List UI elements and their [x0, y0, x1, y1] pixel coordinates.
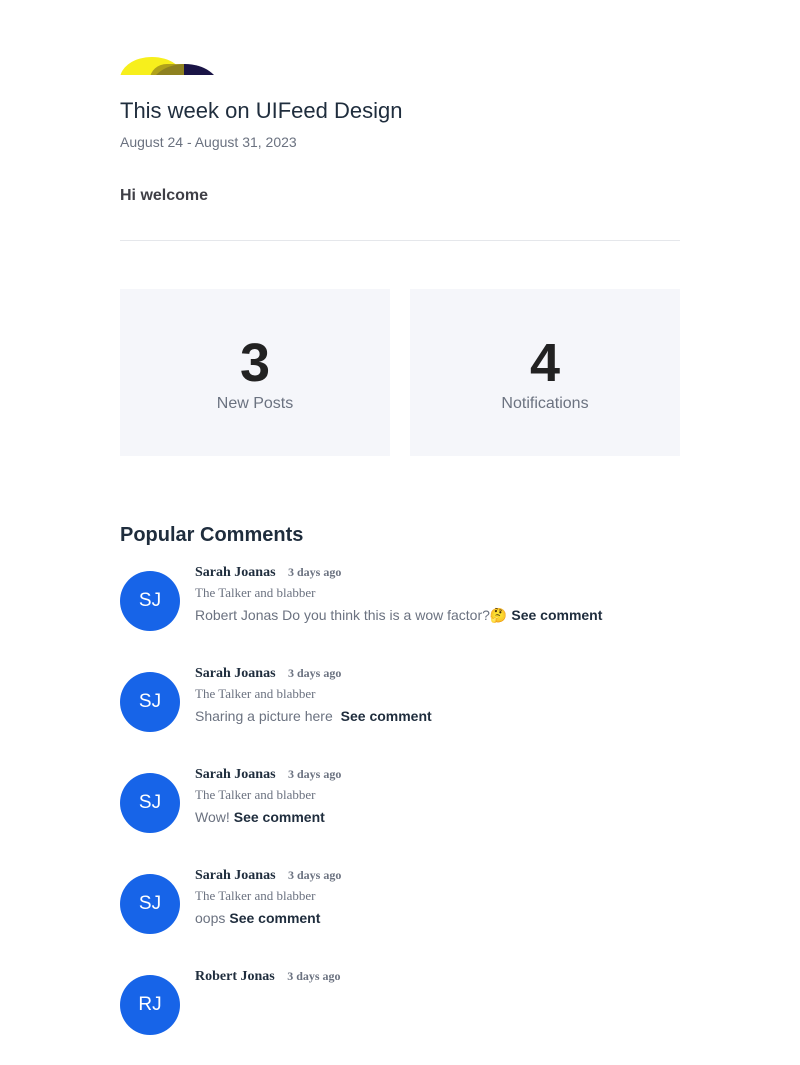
comment-meta: Sarah Joanas 3 days ago — [195, 765, 341, 783]
comment-author[interactable]: Sarah Joanas — [195, 666, 276, 681]
see-comment-link[interactable]: See comment — [234, 809, 325, 825]
avatar[interactable]: RJ — [120, 975, 180, 1035]
comment-meta: Sarah Joanas 3 days ago — [195, 866, 341, 884]
comment-item: SJ Sarah Joanas 3 days ago The Talker an… — [120, 565, 680, 661]
comment-author-role: The Talker and blabber — [195, 888, 316, 903]
section-title: Popular Comments — [120, 524, 304, 546]
comment-text: oops — [195, 910, 226, 926]
uifeed-logo — [120, 57, 220, 75]
greeting: Hi welcome — [120, 187, 209, 204]
comment-body: oops See comment — [195, 910, 320, 926]
see-comment-link[interactable]: See comment — [341, 708, 432, 724]
comment-time: 3 days ago — [287, 565, 342, 579]
comment-meta: Robert Jonas 3 days ago — [195, 967, 341, 985]
comment-item: SJ Sarah Joanas 3 days ago The Talker an… — [120, 767, 680, 863]
comment-item: SJ Sarah Joanas 3 days ago The Talker an… — [120, 868, 680, 964]
avatar[interactable]: SJ — [120, 672, 180, 732]
stat-label: New Posts — [216, 395, 294, 412]
see-comment-link[interactable]: See comment — [511, 607, 602, 623]
stat-value: 3 — [239, 333, 271, 393]
comment-author[interactable]: Robert Jonas — [195, 969, 275, 984]
comment-time: 3 days ago — [287, 969, 341, 983]
comment-author-role: The Talker and blabber — [195, 686, 316, 701]
comment-item: SJ Sarah Joanas 3 days ago The Talker an… — [120, 666, 680, 762]
avatar[interactable]: SJ — [120, 571, 180, 631]
comment-author-role: The Talker and blabber — [195, 585, 316, 600]
comment-meta: Sarah Joanas 3 days ago — [195, 664, 341, 682]
stat-card-notifications: 4 Notifications — [410, 289, 680, 456]
avatar[interactable]: SJ — [120, 874, 180, 934]
comment-text: Sharing a picture here — [195, 708, 337, 724]
comment-time: 3 days ago — [287, 666, 342, 680]
comment-author[interactable]: Sarah Joanas — [195, 565, 276, 580]
stat-label: Notifications — [501, 395, 589, 412]
stat-card-new-posts: 3 New Posts — [120, 289, 390, 456]
comment-body: Robert Jonas Do you think this is a wow … — [195, 607, 602, 624]
comment-author[interactable]: Sarah Joanas — [195, 868, 276, 883]
avatar[interactable]: SJ — [120, 773, 180, 833]
see-comment-link[interactable]: See comment — [229, 910, 320, 926]
comment-author[interactable]: Sarah Joanas — [195, 767, 276, 782]
stat-value: 4 — [529, 333, 561, 393]
email-digest: This week on UIFeed Design August 24 - A… — [0, 0, 800, 1035]
date-range: August 24 - August 31, 2023 — [120, 134, 297, 150]
comment-body: Sharing a picture here See comment — [195, 708, 432, 724]
comment-text: Robert Jonas Do you think this is a wow … — [195, 607, 508, 623]
page-title: This week on UIFeed Design — [120, 98, 403, 123]
comment-text: Wow! — [195, 809, 230, 825]
comment-body: Wow! See comment — [195, 809, 325, 825]
comment-author-role: The Talker and blabber — [195, 787, 316, 802]
comment-time: 3 days ago — [287, 868, 342, 882]
comment-meta: Sarah Joanas 3 days ago — [195, 563, 341, 581]
comment-item: RJ Robert Jonas 3 days ago — [120, 969, 680, 1065]
divider — [120, 240, 680, 241]
comment-time: 3 days ago — [287, 767, 342, 781]
